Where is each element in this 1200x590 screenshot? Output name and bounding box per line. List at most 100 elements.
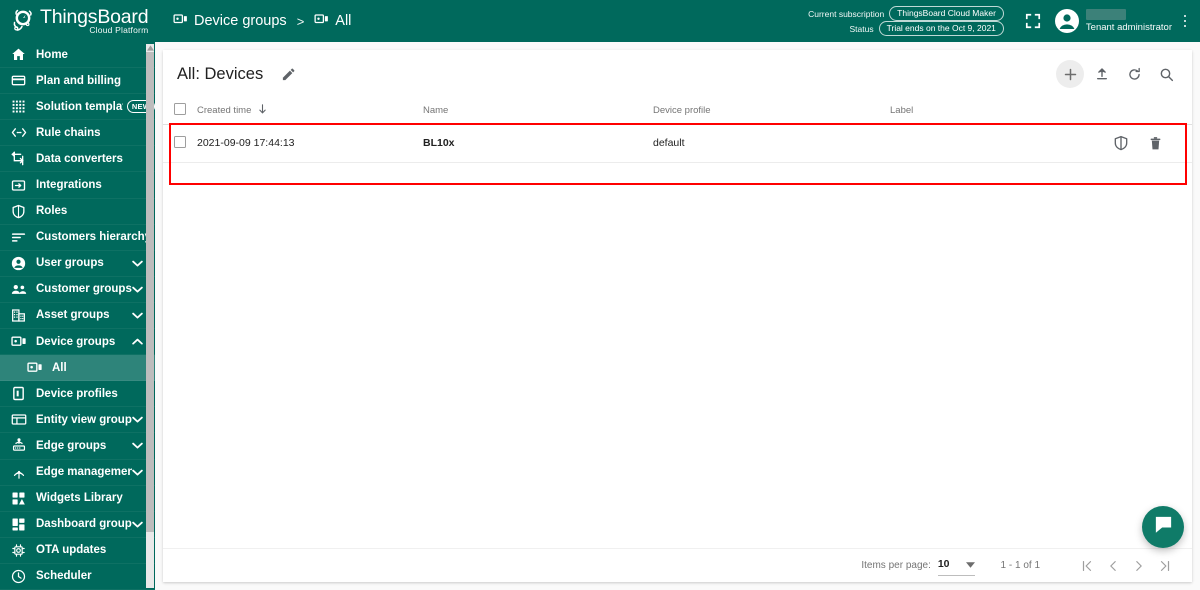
chevron-down-icon[interactable]	[132, 258, 143, 269]
items-per-page-label: Items per page:	[861, 560, 931, 571]
cell-device-profile: default	[653, 124, 890, 163]
previous-page-button[interactable]	[1100, 553, 1126, 579]
hierarchy-icon	[10, 229, 27, 246]
sidebar-item-user-groups[interactable]: User groups	[0, 251, 155, 277]
refresh-button[interactable]	[1120, 60, 1148, 88]
sidebar-item-edge-groups[interactable]: Edge groups	[0, 433, 155, 460]
next-page-button[interactable]	[1126, 553, 1152, 579]
chevron-down-icon	[965, 555, 975, 573]
sidebar-scrollbar-thumb[interactable]	[146, 52, 154, 532]
card-actions	[1056, 60, 1180, 88]
sidebar-item-label: All	[52, 361, 67, 374]
items-per-page-select[interactable]: 10	[937, 555, 975, 576]
breadcrumb-item-all[interactable]: All	[314, 12, 351, 31]
user-role: Tenant administrator	[1085, 22, 1172, 33]
chevron-down-icon[interactable]	[132, 310, 143, 321]
sidebar-item-dashboard-groups[interactable]: Dashboard groups	[0, 512, 155, 538]
last-page-button[interactable]	[1152, 553, 1178, 579]
user-menu[interactable]: Tenant administrator	[1054, 8, 1172, 34]
breadcrumb-item-device-groups[interactable]: Device groups	[173, 12, 287, 31]
chevron-down-icon[interactable]	[132, 519, 143, 530]
select-all-checkbox[interactable]	[174, 103, 186, 116]
search-button[interactable]	[1152, 60, 1180, 88]
scroll-up-arrow-icon[interactable]	[146, 44, 154, 52]
column-header-created-time[interactable]: Created time	[197, 98, 423, 125]
devices-card: All: Devices Created time Name Device pr…	[163, 50, 1192, 582]
credit-card-icon	[10, 72, 27, 89]
sidebar-item-rule-chains[interactable]: Rule chains	[0, 120, 155, 147]
device-groups-icon	[314, 12, 329, 31]
sidebar-item-device-groups[interactable]: Device groups	[0, 329, 155, 356]
chevron-down-icon[interactable]	[132, 440, 143, 451]
support-chat-button[interactable]	[1142, 506, 1184, 548]
sidebar-scrollbar[interactable]	[146, 44, 154, 588]
column-header-name[interactable]: Name	[423, 98, 653, 125]
chevron-down-icon[interactable]	[132, 467, 143, 478]
sidebar-item-customers-hierarchy[interactable]: Customers hierarchy	[0, 225, 155, 251]
sidebar-item-plan-and-billing[interactable]: Plan and billing	[0, 68, 155, 95]
sidebar-item-home[interactable]: Home	[0, 42, 155, 69]
add-device-button[interactable]	[1056, 60, 1084, 88]
sidebar-item-label: Plan and billing	[36, 74, 121, 87]
sidebar-item-all[interactable]: All	[0, 355, 155, 382]
sidebar-item-label: Widgets Library	[36, 492, 123, 505]
user-name-redacted	[1085, 9, 1126, 20]
sidebar-scroll-area: Home Plan and billing Solution templatesNE…	[0, 42, 155, 590]
column-header-label[interactable]: Label	[890, 98, 1112, 125]
more-options-icon[interactable]	[1176, 6, 1194, 36]
page-title: All: Devices	[177, 64, 264, 83]
subscription-status-badge: Trial ends on the Oct 9, 2021	[878, 21, 1004, 36]
column-label-device-profile: Device profile	[653, 105, 711, 117]
select-all-header	[163, 98, 197, 125]
sidebar-item-edge-management[interactable]: Edge management	[0, 460, 155, 486]
cell-name: BL10x	[423, 124, 653, 163]
grid-dots-icon	[10, 98, 27, 115]
sidebar-item-ota-updates[interactable]: OTA updates	[0, 538, 155, 564]
sidebar-item-label: Data converters	[36, 152, 123, 165]
row-checkbox[interactable]	[174, 135, 186, 148]
first-page-button[interactable]	[1074, 553, 1100, 579]
sidebar-item-label: Asset groups	[36, 309, 110, 322]
table-body: 2021-09-09 17:44:13 BL10x default	[163, 124, 1192, 163]
sidebar-item-customer-groups[interactable]: Customer groups	[0, 277, 155, 303]
sidebar-menu: Home Plan and billing Solution templatesNE…	[0, 42, 155, 590]
table-header-row: Created time Name Device profile Label	[163, 98, 1192, 125]
fullscreen-button[interactable]	[1018, 6, 1048, 36]
breadcrumb-label-0: Device groups	[194, 13, 287, 29]
device-groups-icon	[10, 333, 27, 350]
sidebar-item-integrations[interactable]: Integrations	[0, 172, 155, 199]
breadcrumb-separator: >	[296, 13, 305, 29]
sidebar-item-entity-view-groups[interactable]: Entity view groups	[0, 407, 155, 434]
sidebar-item-asset-groups[interactable]: Asset groups	[0, 303, 155, 330]
sidebar-item-scheduler[interactable]: Scheduler	[0, 564, 155, 590]
brand-logo[interactable]: ThingsBoard Cloud Platform	[0, 0, 155, 42]
chevron-down-icon[interactable]	[132, 414, 143, 425]
rule-chains-icon	[10, 124, 27, 141]
import-devices-button[interactable]	[1088, 60, 1116, 88]
sidebar-item-solution-templates[interactable]: Solution templatesNEW	[0, 94, 155, 121]
dashboard-icon	[10, 516, 27, 533]
edit-icon[interactable]	[277, 63, 299, 85]
building-icon	[10, 307, 27, 324]
sidebar-item-widgets-library[interactable]: Widgets Library	[0, 486, 155, 512]
table-row[interactable]: 2021-09-09 17:44:13 BL10x default	[163, 124, 1192, 163]
manage-credentials-icon[interactable]	[1112, 134, 1130, 152]
sidebar-item-label: Device groups	[36, 335, 116, 348]
chevron-down-icon[interactable]	[132, 284, 143, 295]
top-bar-right: Current subscription ThingsBoard Cloud M…	[808, 0, 1200, 42]
clock-icon	[10, 568, 27, 585]
home-icon	[10, 46, 27, 63]
sort-descending-icon	[258, 104, 267, 117]
edge-management-icon	[10, 464, 27, 481]
column-header-device-profile[interactable]: Device profile	[653, 98, 890, 125]
breadcrumb: Device groups > All	[173, 12, 351, 31]
chevron-up-icon[interactable]	[132, 336, 143, 347]
table-head: Created time Name Device profile Label	[163, 98, 1192, 125]
user-info: Tenant administrator	[1085, 9, 1172, 33]
subscription-info: Current subscription ThingsBoard Cloud M…	[808, 6, 1004, 36]
sidebar-item-label: Customer groups	[36, 283, 132, 296]
delete-device-icon[interactable]	[1146, 134, 1164, 152]
sidebar-item-roles[interactable]: Roles	[0, 199, 155, 225]
sidebar-item-device-profiles[interactable]: Device profiles	[0, 381, 155, 408]
sidebar-item-data-converters[interactable]: Data converters	[0, 146, 155, 173]
